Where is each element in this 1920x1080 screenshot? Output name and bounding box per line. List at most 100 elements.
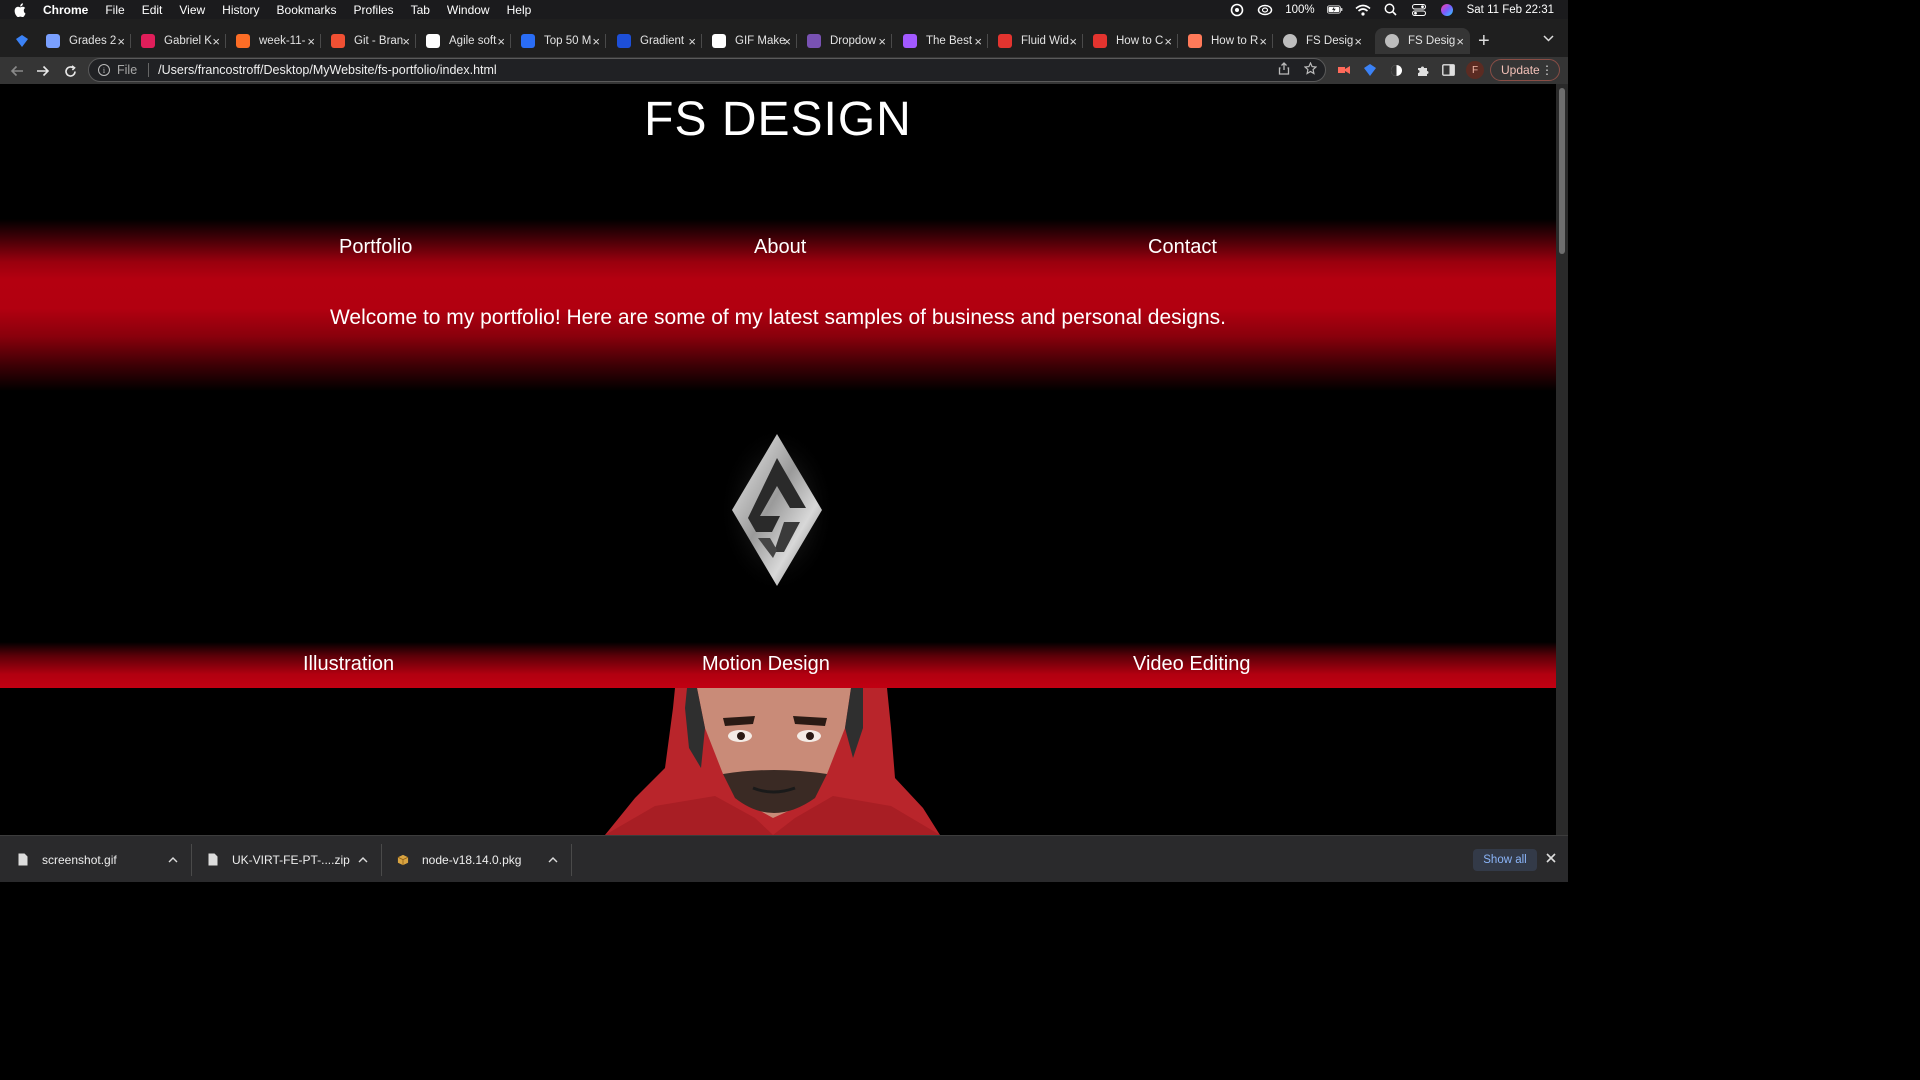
chevron-up-icon[interactable] [168,854,178,866]
menu-history[interactable]: History [222,3,259,17]
creative-cloud-icon[interactable] [1257,3,1273,17]
category-video-editing[interactable]: Video Editing [1133,653,1251,676]
battery-percent: 100% [1285,3,1315,16]
update-button[interactable]: Update ⋮ [1490,59,1560,81]
chevron-up-icon[interactable] [548,854,558,866]
apple-icon[interactable] [14,2,34,17]
tab-close-icon[interactable]: × [974,34,982,49]
browser-tab[interactable]: week-11- × [226,28,321,54]
menu-help[interactable]: Help [507,3,532,17]
tab-close-icon[interactable]: × [783,34,791,49]
tab-close-icon[interactable]: × [1259,34,1267,49]
menu-bookmarks[interactable]: Bookmarks [277,3,337,17]
tab-close-icon[interactable]: × [1164,34,1172,49]
download-divider [191,844,192,876]
scrollbar-thumb[interactable] [1559,88,1565,254]
tab-close-icon[interactable]: × [497,34,505,49]
page-scrollbar[interactable] [1556,84,1568,835]
address-bar[interactable]: i File /Users/francostroff/Desktop/MyWeb… [88,58,1326,82]
browser-tab[interactable]: Gradient × [607,28,702,54]
nav-link-about[interactable]: About [754,236,806,259]
control-center-icon[interactable] [1411,3,1427,17]
tab-close-icon[interactable]: × [878,34,886,49]
siri-icon[interactable] [1439,3,1455,17]
download-item[interactable]: UK-VIRT-FE-PT-....zip [207,836,382,883]
browser-tab[interactable]: GIF Make × [702,28,797,54]
tab-close-icon[interactable]: × [117,34,125,49]
tab-close-icon[interactable]: × [307,34,315,49]
pinned-tab[interactable] [6,28,36,54]
nav-link-contact[interactable]: Contact [1148,236,1217,259]
menu-edit[interactable]: Edit [142,3,163,17]
nav-link-portfolio[interactable]: Portfolio [339,236,412,259]
reload-button[interactable] [60,61,80,81]
browser-tab[interactable]: Grades 2 × [36,28,131,54]
new-tab-button[interactable]: + [1478,31,1490,51]
category-motion-design[interactable]: Motion Design [702,653,830,676]
browser-tab[interactable]: How to C × [1083,28,1178,54]
menu-app-chrome[interactable]: Chrome [43,3,88,17]
browser-tab[interactable]: Agile soft × [416,28,511,54]
tab-separator [605,34,606,48]
download-shelf: screenshot.gif UK-VIRT-FE-PT-....zip nod… [0,835,1568,882]
browser-tab[interactable]: Top 50 M × [511,28,606,54]
chatgpt-icon[interactable] [1229,3,1245,17]
tab-close-icon[interactable]: × [592,34,600,49]
extension-diamond-icon[interactable] [1362,62,1378,78]
show-all-downloads-button[interactable]: Show all [1473,849,1537,871]
extension-darkmode-icon[interactable] [1388,62,1404,78]
category-illustration[interactable]: Illustration [303,653,394,676]
tab-title: Dropdow [830,35,877,47]
browser-tab[interactable]: FS Desig × [1375,28,1470,54]
site-title: FS DESIGN [644,93,912,146]
download-item[interactable]: node-v18.14.0.pkg [397,836,572,883]
tab-separator [891,34,892,48]
extension-record-icon[interactable] [1336,62,1352,78]
tab-close-icon[interactable]: × [1456,34,1464,49]
chevron-up-icon[interactable] [358,854,368,866]
battery-charging-icon[interactable] [1326,3,1343,17]
side-panel-icon[interactable] [1440,62,1456,78]
back-button[interactable] [7,61,27,81]
globe-icon [1283,34,1297,48]
tab-close-icon[interactable]: × [1069,34,1077,49]
url-divider [148,63,150,77]
tab-title: The Best [926,35,973,47]
asterisk-icon [998,34,1012,48]
tab-title: How to R [1211,35,1259,47]
kebab-menu-icon[interactable]: ⋮ [1541,63,1553,77]
close-icon[interactable] [1546,850,1556,867]
browser-tab[interactable]: Gabriel K × [131,28,226,54]
site-info-icon[interactable]: i [98,64,110,76]
bookmark-star-icon[interactable] [1303,61,1318,78]
tab-close-icon[interactable]: × [688,34,696,49]
tab-search-chevron-icon[interactable] [1543,31,1554,45]
doc-icon [712,34,726,48]
download-item[interactable]: screenshot.gif [17,836,192,883]
browser-tab[interactable]: The Best × [893,28,988,54]
browser-tab[interactable]: Fluid Wid × [988,28,1083,54]
menu-profiles[interactable]: Profiles [354,3,394,17]
macos-menu-bar: Chrome File Edit View History Bookmarks … [0,0,1568,19]
slack-icon [141,34,155,48]
clock[interactable]: Sat 11 Feb 22:31 [1467,4,1554,16]
menu-tab[interactable]: Tab [411,3,430,17]
extensions-puzzle-icon[interactable] [1414,62,1430,78]
browser-tab[interactable]: Git - Bran × [321,28,416,54]
browser-tab[interactable]: How to R × [1178,28,1273,54]
share-icon[interactable] [1278,62,1290,78]
gradient-icon [617,34,631,48]
menu-file[interactable]: File [105,3,124,17]
profile-avatar[interactable]: F [1466,61,1484,79]
spotlight-search-icon[interactable] [1383,3,1399,17]
browser-tab[interactable]: FS Desig × [1273,28,1368,54]
browser-tab[interactable]: Dropdow × [797,28,892,54]
wifi-icon[interactable] [1355,3,1371,17]
menu-view[interactable]: View [179,3,205,17]
menu-window[interactable]: Window [447,3,490,17]
forward-button[interactable] [33,61,53,81]
tab-close-icon[interactable]: × [1354,34,1362,49]
tab-close-icon[interactable]: × [402,34,410,49]
url-text[interactable]: /Users/francostroff/Desktop/MyWebsite/fs… [158,63,497,77]
tab-close-icon[interactable]: × [212,34,220,49]
